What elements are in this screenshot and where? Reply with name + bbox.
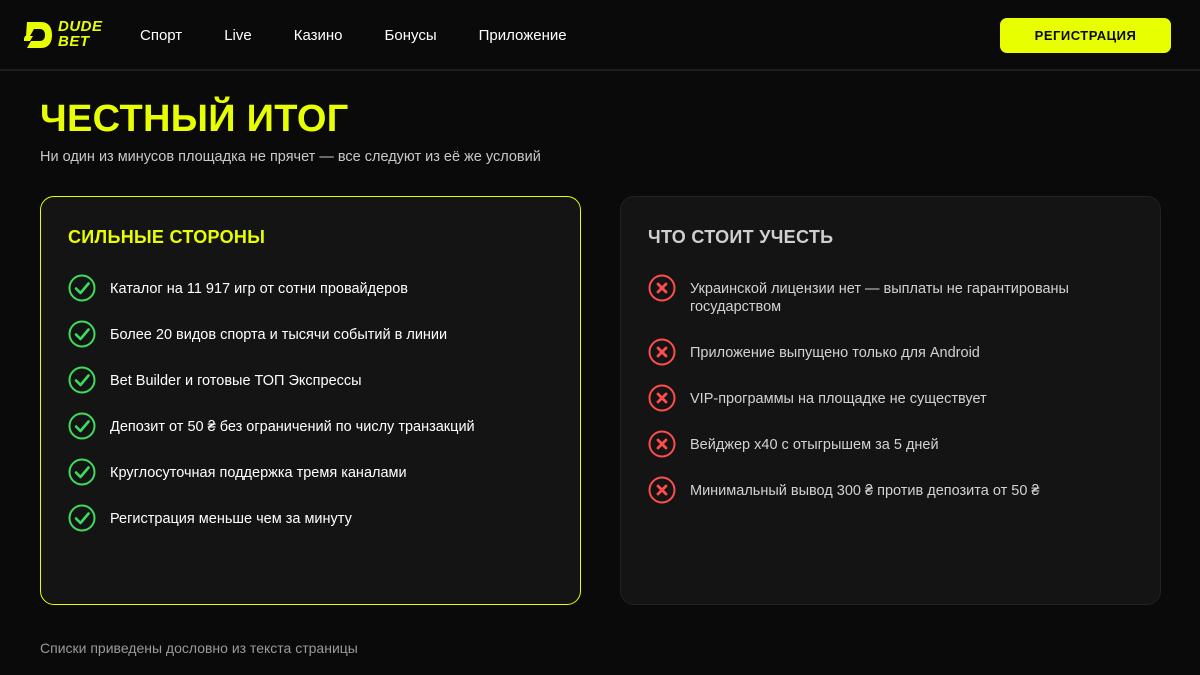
cons-item: Украинской лицензии нет — выплаты не гар… [648, 274, 1138, 338]
dudebet-logo[interactable]: DUDE BET [24, 19, 104, 51]
pros-item: Депозит от 50 ₴ без ограничений по числу… [68, 412, 558, 458]
cons-item-text: Вейджер x40 с отыгрышем за 5 дней [690, 437, 939, 453]
pros-item-text: Регистрация меньше чем за минуту [110, 511, 352, 527]
check-circle-icon [68, 458, 96, 486]
cons-item-text: Приложение выпущено только для Android [690, 345, 980, 361]
cons-title: ЧТО СТОИТ УЧЕСТЬ [648, 227, 834, 247]
pros-title: СИЛЬНЫЕ СТОРОНЫ [68, 227, 266, 247]
cons-list: Украинской лицензии нет — выплаты не гар… [648, 274, 1138, 522]
pros-item: Регистрация меньше чем за минуту [68, 504, 558, 550]
pros-item-text: Депозит от 50 ₴ без ограничений по числу… [110, 419, 475, 435]
check-circle-icon [68, 274, 96, 302]
x-circle-icon [648, 430, 676, 458]
cons-item-text: Минимальный вывод 300 ₴ против депозита … [690, 483, 1040, 499]
page-title: ЧЕСТНЫЙ ИТОГ [40, 98, 349, 140]
nav-item-sport[interactable]: Спорт [140, 27, 182, 44]
main-nav: Спорт Live Казино Бонусы Приложение [140, 0, 609, 70]
nav-item-app[interactable]: Приложение [479, 27, 567, 44]
x-circle-icon [648, 476, 676, 504]
pros-item: Более 20 видов спорта и тысячи событий в… [68, 320, 558, 366]
check-circle-icon [68, 366, 96, 394]
cons-item-text: Украинской лицензии нет — выплаты не гар… [690, 281, 1069, 315]
logo-wordmark: DUDE BET [58, 19, 103, 49]
pros-item: Круглосуточная поддержка тремя каналами [68, 458, 558, 504]
check-circle-icon [68, 504, 96, 532]
x-circle-icon [648, 338, 676, 366]
check-circle-icon [68, 320, 96, 348]
page-subtitle: Ни один из минусов площадка не прячет — … [40, 149, 541, 165]
pros-item-text: Круглосуточная поддержка тремя каналами [110, 465, 407, 481]
logo-line-1: DUDE [58, 18, 103, 35]
nav-item-live[interactable]: Live [224, 27, 252, 44]
pros-list: Каталог на 11 917 игр от сотни провайдер… [68, 274, 558, 550]
nav-item-bonuses[interactable]: Бонусы [385, 27, 437, 44]
x-circle-icon [648, 274, 676, 302]
nav-item-casino[interactable]: Казино [294, 27, 343, 44]
top-header: DUDE BET Спорт Live Казино Бонусы Прилож… [0, 0, 1200, 71]
pros-item: Каталог на 11 917 игр от сотни провайдер… [68, 274, 558, 320]
register-button[interactable]: РЕГИСТРАЦИЯ [1000, 18, 1171, 53]
logo-line-2: BET [58, 33, 90, 50]
x-circle-icon [648, 384, 676, 412]
pros-item-text: Каталог на 11 917 игр от сотни провайдер… [110, 281, 409, 297]
check-circle-icon [68, 412, 96, 440]
pros-item-text: Более 20 видов спорта и тысячи событий в… [110, 327, 448, 343]
logo-mark-icon [24, 22, 52, 48]
cons-card: ЧТО СТОИТ УЧЕСТЬ Украинской лицензии нет… [620, 196, 1161, 605]
cons-item-text: VIP-программы на площадке не существует [690, 391, 987, 407]
footnote: Списки приведены дословно из текста стра… [40, 640, 358, 656]
pros-item: Bet Builder и готовые ТОП Экспрессы [68, 366, 558, 412]
cons-item: VIP-программы на площадке не существует [648, 384, 1138, 430]
pros-item-text: Bet Builder и готовые ТОП Экспрессы [110, 373, 362, 389]
cons-item: Вейджер x40 с отыгрышем за 5 дней [648, 430, 1138, 476]
pros-card: СИЛЬНЫЕ СТОРОНЫ Каталог на 11 917 игр от… [40, 196, 581, 605]
cons-item: Приложение выпущено только для Android [648, 338, 1138, 384]
cons-item: Минимальный вывод 300 ₴ против депозита … [648, 476, 1138, 522]
